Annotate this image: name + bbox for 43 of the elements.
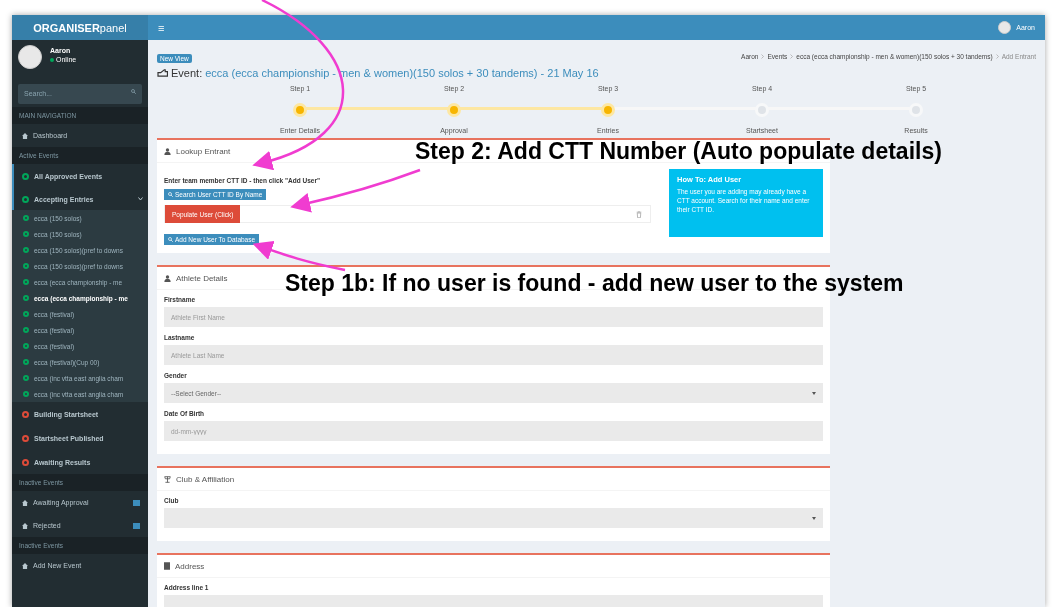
chevron-right-icon bbox=[761, 54, 765, 59]
status-ring-icon bbox=[23, 327, 29, 333]
status-ring-icon bbox=[23, 247, 29, 253]
app-logo[interactable]: ORGANISERpanel bbox=[12, 15, 148, 40]
caret-icon bbox=[812, 391, 816, 395]
home-icon bbox=[22, 522, 28, 529]
annotation-text: Step 2: Add CTT Number (Auto populate details) bbox=[415, 139, 942, 165]
user-icon bbox=[164, 274, 171, 282]
chevron-right-icon bbox=[790, 54, 794, 59]
panel-title: Athlete Details bbox=[176, 273, 228, 283]
home-icon bbox=[22, 132, 28, 139]
status-ring-icon bbox=[23, 375, 29, 381]
menu-toggle[interactable]: ≡ bbox=[158, 21, 165, 34]
hand-pointer-icon bbox=[157, 68, 168, 78]
panel-title: Lookup Entrant bbox=[176, 146, 231, 156]
status-ring-icon bbox=[23, 343, 29, 349]
status-ring-icon bbox=[23, 295, 29, 301]
status-ring-icon bbox=[23, 215, 29, 221]
chevron-right-icon bbox=[995, 54, 999, 59]
status-ring-icon bbox=[23, 391, 29, 397]
search-icon bbox=[168, 192, 173, 197]
trash-icon[interactable] bbox=[636, 210, 642, 218]
select-field[interactable] bbox=[164, 508, 823, 528]
home-icon bbox=[22, 562, 28, 569]
status-ring-icon bbox=[23, 279, 29, 285]
status-ring-icon bbox=[23, 263, 29, 269]
panel-title: Club & Affiliation bbox=[176, 474, 235, 484]
building-icon bbox=[164, 562, 170, 570]
status-ring-icon bbox=[23, 311, 29, 317]
avatar-icon bbox=[18, 45, 42, 69]
status-ring-icon bbox=[23, 359, 29, 365]
status-ring-icon bbox=[23, 231, 29, 237]
trophy-icon bbox=[164, 475, 171, 483]
page-title-label: Event: bbox=[171, 67, 203, 79]
annotation-text: Step 1b: If no user is found - add new user to the system bbox=[285, 271, 904, 297]
panel-title: Address bbox=[175, 561, 205, 571]
caret-icon bbox=[812, 516, 816, 520]
search-icon bbox=[131, 89, 136, 94]
user-icon bbox=[164, 147, 171, 155]
chevron-down-icon bbox=[138, 197, 143, 201]
home-icon bbox=[22, 499, 28, 506]
search-icon bbox=[168, 237, 173, 242]
avatar-icon bbox=[998, 21, 1012, 34]
